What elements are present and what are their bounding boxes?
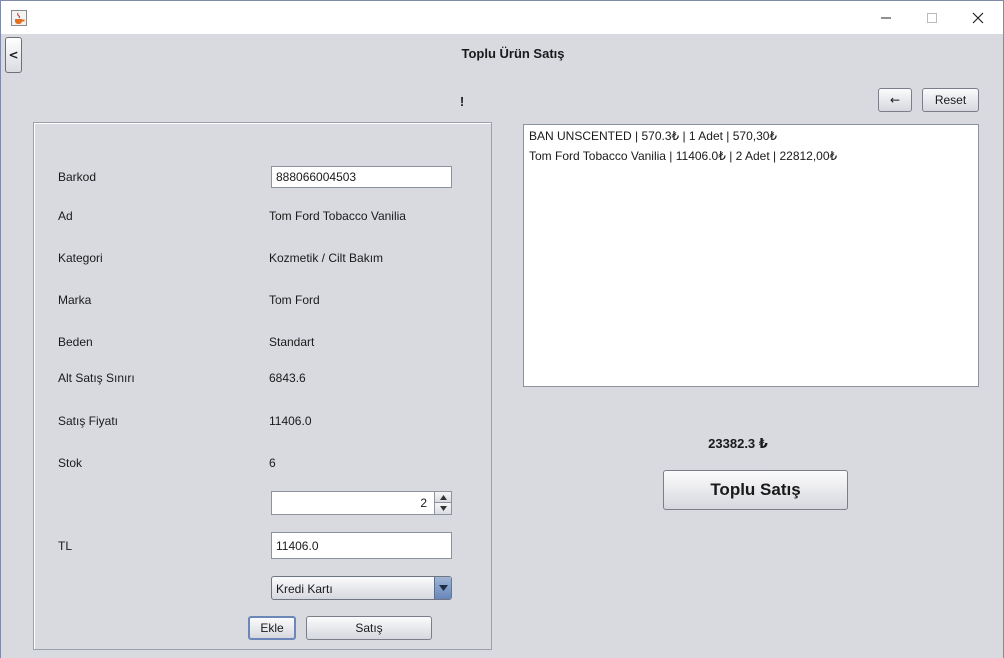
beden-label: Beden <box>58 335 93 349</box>
beden-value: Standart <box>269 335 315 349</box>
barkod-label: Barkod <box>58 170 97 184</box>
stok-value: 6 <box>269 456 276 470</box>
undo-arrow-button[interactable]: ← <box>878 88 912 112</box>
satis-button[interactable]: Satış <box>306 616 432 640</box>
close-icon[interactable] <box>955 1 1001 34</box>
list-item[interactable]: BAN UNSCENTED | 570.3₺ | 1 Adet | 570,30… <box>529 129 973 149</box>
chevron-down-icon[interactable] <box>434 577 451 599</box>
marka-value: Tom Ford <box>269 293 320 307</box>
payment-select[interactable]: Kredi Kartı <box>271 576 452 600</box>
maximize-icon[interactable] <box>909 1 955 34</box>
cart-list[interactable]: BAN UNSCENTED | 570.3₺ | 1 Adet | 570,30… <box>523 124 979 387</box>
page-title: Toplu Ürün Satış <box>461 46 565 61</box>
ad-value: Tom Ford Tobacco Vanilia <box>269 209 406 223</box>
total-amount: 23382.3 ₺ <box>708 436 768 451</box>
alt-satis-value: 6843.6 <box>269 371 306 385</box>
tl-input[interactable]: 11406.0 <box>271 532 452 559</box>
ad-label: Ad <box>58 209 73 223</box>
reset-button[interactable]: Reset <box>922 88 979 112</box>
ekle-button[interactable]: Ekle <box>248 616 296 640</box>
java-cup-icon <box>11 10 27 26</box>
minimize-icon[interactable] <box>863 1 909 34</box>
main-content: < Toplu Ürün Satış ! ← Reset Barkod 8880… <box>1 34 1003 658</box>
product-form-panel: Barkod 888066004503 Ad Tom Ford Tobacco … <box>33 122 492 650</box>
tl-label: TL <box>58 539 73 553</box>
barkod-input[interactable]: 888066004503 <box>271 166 452 188</box>
status-message: ! <box>459 94 465 109</box>
quantity-stepper[interactable]: 2 <box>271 491 452 515</box>
toplu-satis-button[interactable]: Toplu Satış <box>663 470 848 510</box>
back-button[interactable]: < <box>5 37 22 73</box>
spin-up-icon[interactable] <box>434 492 451 503</box>
quantity-value[interactable]: 2 <box>420 496 427 510</box>
alt-satis-label: Alt Satış Sınırı <box>58 371 135 385</box>
satis-fiyati-label: Satış Fiyatı <box>58 414 119 428</box>
app-window: < Toplu Ürün Satış ! ← Reset Barkod 8880… <box>0 0 1004 658</box>
spin-down-icon[interactable] <box>434 503 451 514</box>
list-item[interactable]: Tom Ford Tobacco Vanilia | 11406.0₺ | 2 … <box>529 149 973 169</box>
title-bar <box>1 1 1003 34</box>
marka-label: Marka <box>58 293 92 307</box>
kategori-value: Kozmetik / Cilt Bakım <box>269 251 384 265</box>
satis-fiyati-value: 11406.0 <box>269 414 312 428</box>
stok-label: Stok <box>58 456 83 470</box>
payment-selected: Kredi Kartı <box>276 582 333 596</box>
kategori-label: Kategori <box>58 251 103 265</box>
